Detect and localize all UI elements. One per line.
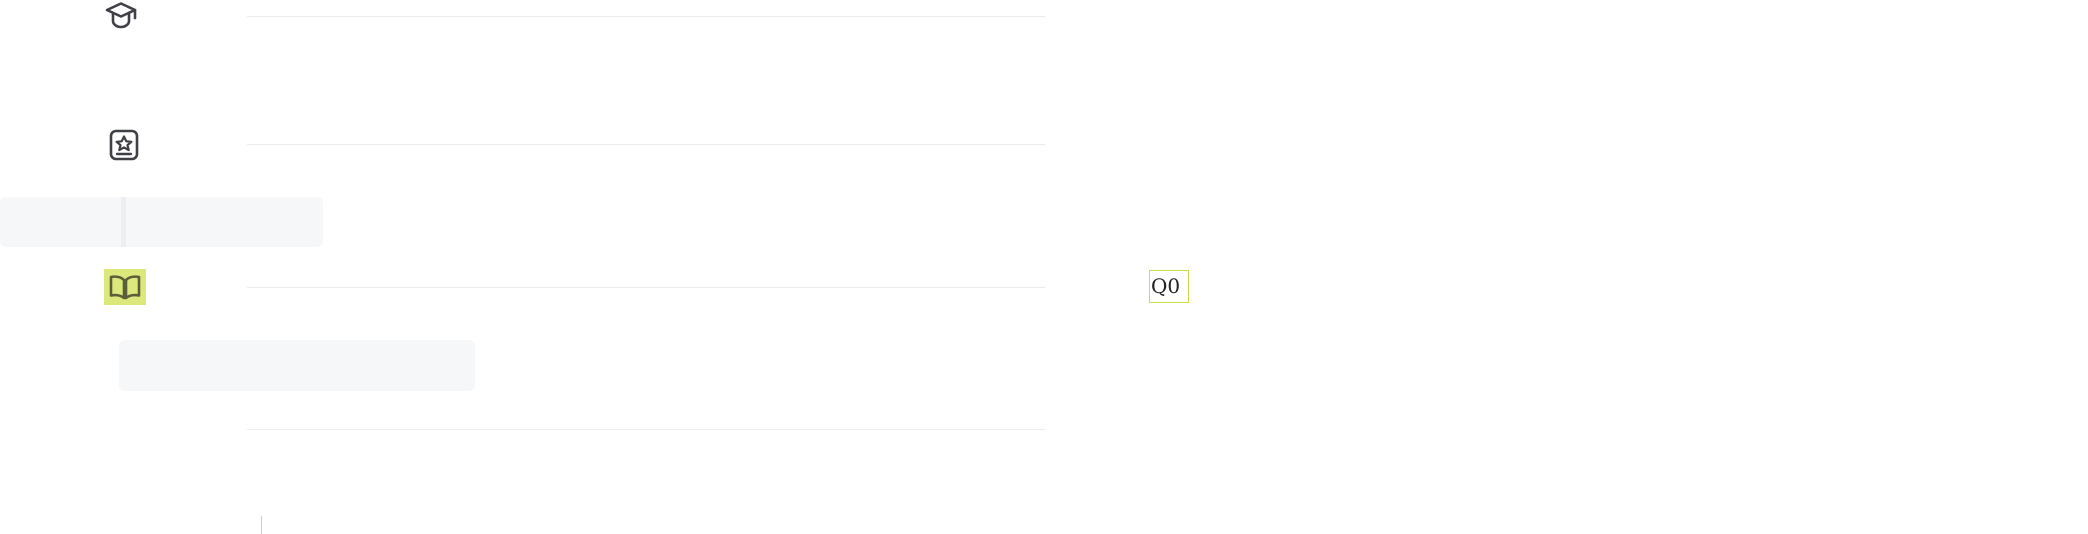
- badge-star-icon: [109, 129, 139, 161]
- graduation-cap-icon: [105, 2, 137, 29]
- loading-placeholder-row: [0, 197, 323, 247]
- divider-row-2: [247, 144, 1045, 145]
- divider-row-4: [247, 429, 1045, 430]
- divider-row-3: [247, 287, 1045, 288]
- loading-placeholder-bar: [119, 340, 475, 391]
- search-match-text: Q0: [1149, 270, 1189, 303]
- text-cursor: [261, 516, 262, 534]
- divider-row-1: [247, 16, 1045, 17]
- loading-placeholder-separator: [121, 197, 126, 247]
- open-book-icon: [109, 275, 141, 300]
